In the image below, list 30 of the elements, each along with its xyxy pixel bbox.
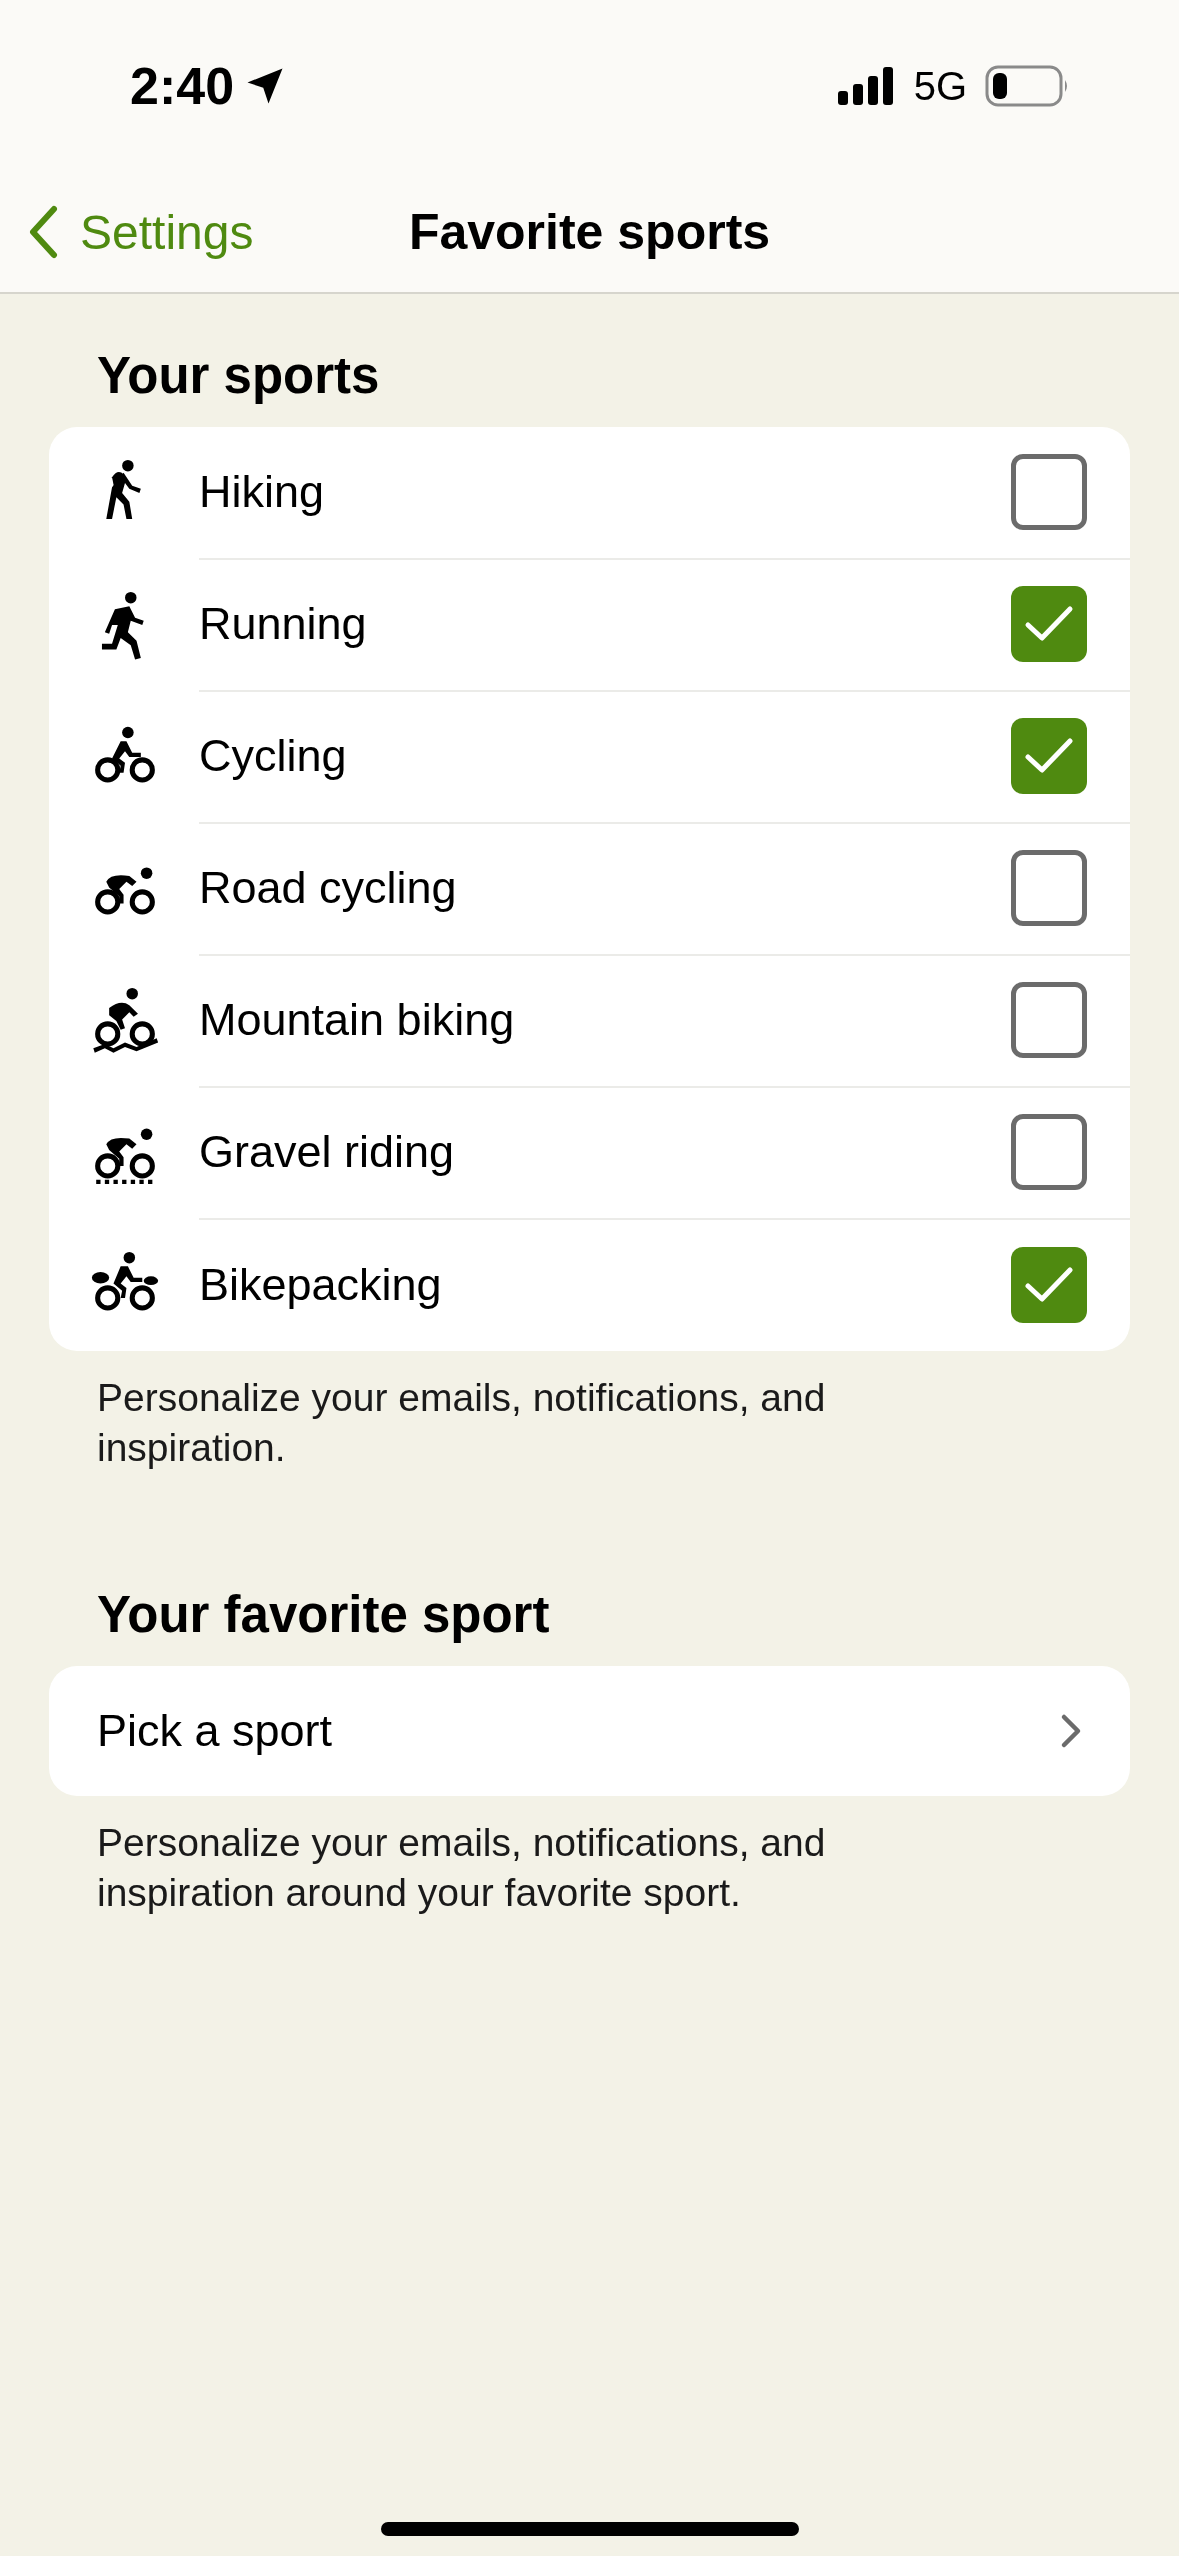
checkmark-icon bbox=[1024, 1265, 1074, 1305]
chevron-right-icon bbox=[1060, 1713, 1082, 1749]
section-footer: Personalize your emails, notifications, and inspiration around your favorite sport. bbox=[97, 1818, 957, 1918]
screen-title: Favorite sports bbox=[408, 203, 771, 261]
checkbox[interactable] bbox=[1011, 586, 1087, 662]
status-time: 2:40 bbox=[130, 56, 235, 116]
sport-label: Bikepacking bbox=[199, 1259, 443, 1311]
section-footer: Personalize your emails, notifications, and inspiration. bbox=[97, 1373, 957, 1473]
checkbox[interactable] bbox=[1011, 454, 1087, 530]
sport-label: Hiking bbox=[199, 466, 326, 518]
sport-label: Cycling bbox=[199, 730, 348, 782]
sport-label: Road cycling bbox=[199, 862, 458, 914]
back-button[interactable]: Settings bbox=[28, 204, 254, 260]
checkmark-icon bbox=[1024, 736, 1074, 776]
sport-label: Mountain biking bbox=[199, 994, 516, 1046]
battery-icon bbox=[985, 65, 1069, 107]
sport-label: Running bbox=[199, 598, 368, 650]
checkbox[interactable] bbox=[1011, 1114, 1087, 1190]
sport-label: Gravel riding bbox=[199, 1126, 456, 1178]
chevron-left-icon bbox=[28, 205, 58, 259]
checkbox[interactable] bbox=[1011, 850, 1087, 926]
checkbox[interactable] bbox=[1011, 1247, 1087, 1323]
signal-icon bbox=[837, 67, 896, 105]
section-header: Your sports bbox=[97, 346, 381, 405]
checkmark-icon bbox=[1024, 604, 1074, 644]
checkbox[interactable] bbox=[1011, 718, 1087, 794]
checkbox[interactable] bbox=[1011, 982, 1087, 1058]
sport-picker[interactable]: Pick a sport bbox=[49, 1666, 1130, 1796]
section-header: Your favorite sport bbox=[97, 1585, 551, 1644]
network-label: 5G bbox=[913, 63, 967, 109]
